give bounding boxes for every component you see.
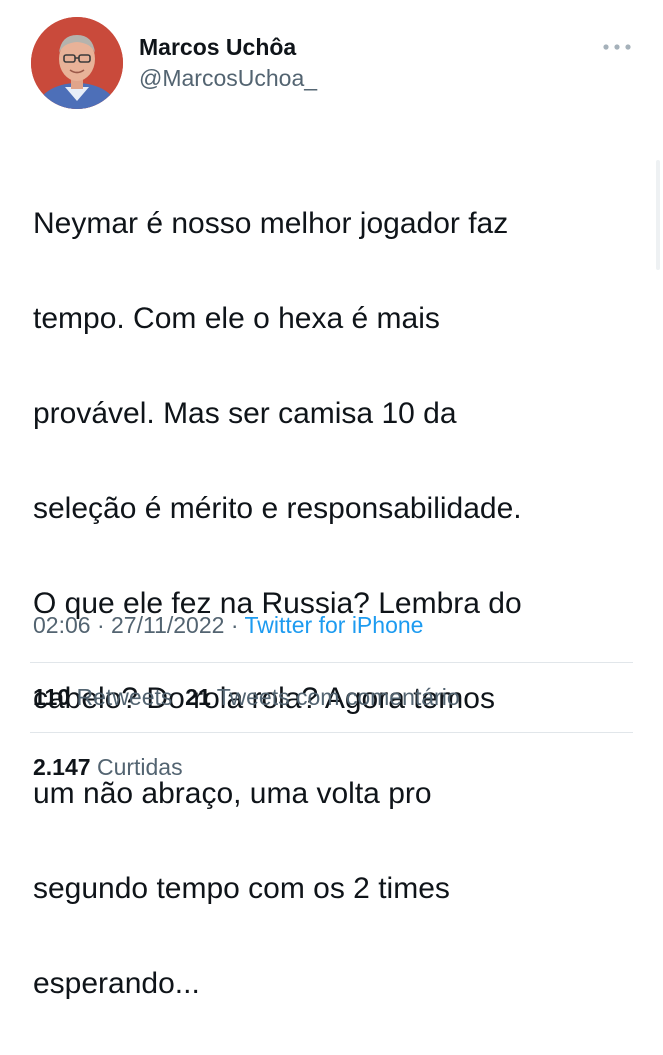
quote-tweets-count: 21 [185, 684, 211, 710]
author-display-name[interactable]: Marcos Uchôa [139, 33, 296, 61]
tweet-text-line: seleção é mérito e responsabilidade. [33, 491, 522, 525]
avatar[interactable] [31, 17, 123, 109]
tweet-source-link[interactable]: Twitter for iPhone [244, 612, 423, 638]
author-handle[interactable]: @MarcosUchoa_ [139, 64, 317, 92]
scrollbar[interactable] [656, 160, 660, 270]
avatar-photo [31, 17, 123, 109]
likes-stat[interactable]: 2.147 Curtidas [33, 754, 183, 780]
tweet-text: Neymar é nosso melhor jogador faz tempo.… [33, 152, 633, 1055]
quote-tweets-stat[interactable]: 21 Tweets com comentário [185, 684, 459, 710]
more-horizontal-icon[interactable] [600, 37, 636, 57]
tweet-text-line: tempo. Com ele o hexa é mais [33, 301, 440, 335]
divider [30, 732, 633, 733]
tweet-date[interactable]: 27/11/2022 [111, 612, 224, 638]
tweet-text-line: Neymar é nosso melhor jogador faz [33, 206, 509, 240]
tweet-text-line: provável. Mas ser camisa 10 da [33, 396, 457, 430]
likes-row: 2.147 Curtidas [33, 752, 183, 782]
retweets-label: Retweets [76, 684, 173, 710]
meta-separator: · [96, 612, 105, 638]
divider [30, 662, 633, 663]
engagement-row: 110 Retweets 21 Tweets com comentário [33, 682, 460, 712]
tweet-text-line: esperando... [33, 966, 200, 1000]
tweet-time[interactable]: 02:06 [33, 612, 91, 638]
retweets-stat[interactable]: 110 Retweets [33, 684, 172, 710]
tweet-metadata: 02:06 · 27/11/2022 · Twitter for iPhone [33, 610, 423, 640]
tweet-text-line: segundo tempo com os 2 times [33, 871, 450, 905]
likes-label: Curtidas [96, 754, 183, 780]
quote-tweets-label: Tweets com comentário [216, 684, 460, 710]
likes-count: 2.147 [33, 754, 91, 780]
meta-separator: · [230, 612, 239, 638]
retweets-count: 110 [33, 684, 71, 710]
